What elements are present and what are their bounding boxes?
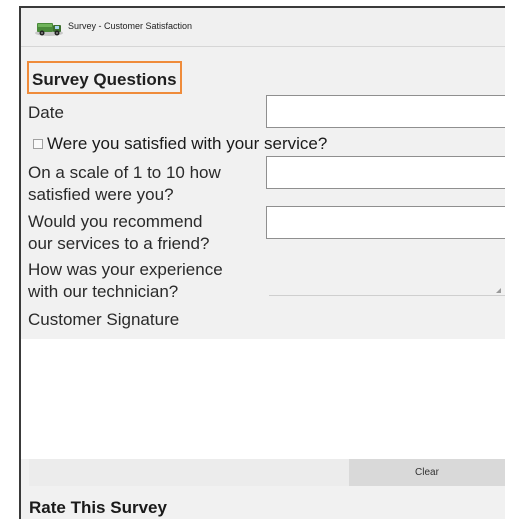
recommend-label-line1: Would you recommend	[28, 212, 203, 231]
technician-label-line1: How was your experience	[28, 260, 223, 279]
recommend-label-line2: our services to a friend?	[28, 234, 210, 253]
scale-label-line2: satisfied were you?	[28, 185, 174, 204]
satisfied-checkbox[interactable]	[33, 139, 43, 149]
clear-button[interactable]: Clear	[349, 459, 505, 486]
signature-pad[interactable]	[21, 339, 505, 459]
window-title: Survey - Customer Satisfaction	[68, 21, 193, 31]
rate-survey-heading: Rate This Survey	[29, 498, 167, 517]
resize-handle-icon[interactable]	[496, 288, 501, 293]
recommend-field[interactable]	[266, 206, 505, 239]
scale-field[interactable]	[266, 156, 505, 189]
title-bar: Survey - Customer Satisfaction	[21, 8, 505, 47]
technician-label-line2: with our technician?	[28, 282, 179, 301]
date-field[interactable]	[266, 95, 505, 128]
date-label: Date	[28, 103, 64, 122]
signature-label: Customer Signature	[28, 310, 180, 329]
app-window: Survey - Customer Satisfaction Survey Qu…	[19, 6, 505, 519]
technician-textarea[interactable]	[269, 253, 505, 296]
scale-label-line1: On a scale of 1 to 10 how	[28, 163, 221, 182]
survey-questions-heading: Survey Questions	[27, 61, 182, 94]
truck-icon	[34, 18, 64, 38]
satisfied-checkbox-label[interactable]: Were you satisfied with your service?	[47, 133, 327, 155]
